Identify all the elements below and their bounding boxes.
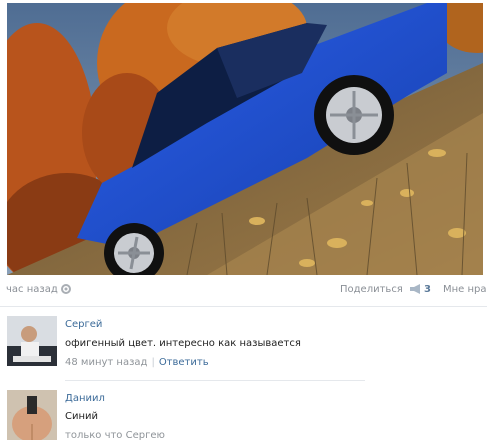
avatar[interactable] xyxy=(7,390,57,440)
share-count: 3 xyxy=(424,284,431,295)
comment-time[interactable]: 48 минут назад xyxy=(65,357,147,368)
megaphone-icon[interactable] xyxy=(409,283,422,295)
comment: Сергей офигенный цвет. интересно как наз… xyxy=(0,314,487,376)
settings-icon[interactable] xyxy=(60,283,72,295)
comment-time[interactable]: только что Сергею xyxy=(65,430,165,441)
avatar-image xyxy=(7,390,57,440)
reply-button[interactable]: Ответить xyxy=(159,357,209,368)
like-button[interactable]: Мне нрав xyxy=(443,284,487,295)
comment-text: офигенный цвет. интересно как называется xyxy=(65,338,301,349)
comment-text: Синий xyxy=(65,411,99,422)
post-time[interactable]: час назад xyxy=(6,284,58,295)
comment-author[interactable]: Сергей xyxy=(65,319,102,330)
divider xyxy=(0,306,487,307)
avatar[interactable] xyxy=(7,316,57,366)
separator: | xyxy=(151,357,155,368)
divider xyxy=(65,380,365,381)
share-button[interactable]: Поделиться xyxy=(340,284,403,295)
comment-meta: 48 минут назад | Ответить xyxy=(65,357,209,368)
post-meta-bar: час назад Поделиться 3 Мне нрав xyxy=(6,282,487,300)
car-image xyxy=(7,3,483,275)
comment: Даниил Синий только что Сергею xyxy=(0,388,487,444)
avatar-image xyxy=(7,316,57,366)
post-photo[interactable] xyxy=(7,3,483,275)
comment-author[interactable]: Даниил xyxy=(65,393,105,404)
